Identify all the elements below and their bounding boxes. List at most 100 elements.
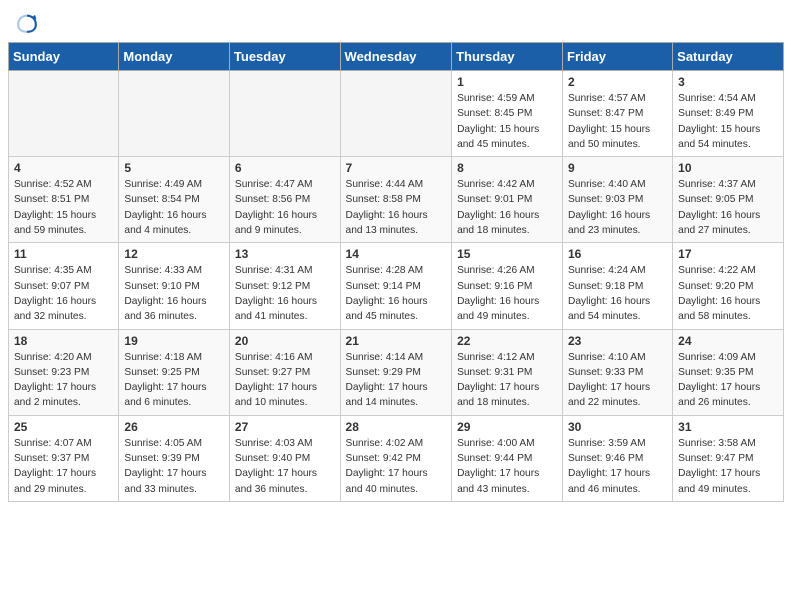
header-wednesday: Wednesday <box>340 43 452 71</box>
day-number: 9 <box>568 161 667 175</box>
header-friday: Friday <box>563 43 673 71</box>
page-header <box>0 0 792 42</box>
header-tuesday: Tuesday <box>229 43 340 71</box>
day-info: Sunrise: 4:54 AM Sunset: 8:49 PM Dayligh… <box>678 91 778 152</box>
day-number: 5 <box>124 161 224 175</box>
day-number: 31 <box>678 420 778 434</box>
calendar-header-row: Sunday Monday Tuesday Wednesday Thursday… <box>9 43 784 71</box>
day-number: 8 <box>457 161 557 175</box>
day-number: 18 <box>14 334 113 348</box>
day-info: Sunrise: 4:18 AM Sunset: 9:25 PM Dayligh… <box>124 350 224 411</box>
calendar-cell: 14 Sunrise: 4:28 AM Sunset: 9:14 PM Dayli… <box>340 243 452 329</box>
day-number: 10 <box>678 161 778 175</box>
calendar-cell: 1 Sunrise: 4:59 AM Sunset: 8:45 PM Daylig… <box>452 71 563 157</box>
day-number: 27 <box>235 420 335 434</box>
day-number: 26 <box>124 420 224 434</box>
calendar-cell: 13 Sunrise: 4:31 AM Sunset: 9:12 PM Dayli… <box>229 243 340 329</box>
calendar-cell: 21 Sunrise: 4:14 AM Sunset: 9:29 PM Dayli… <box>340 329 452 415</box>
day-number: 21 <box>346 334 447 348</box>
day-number: 7 <box>346 161 447 175</box>
day-info: Sunrise: 4:47 AM Sunset: 8:56 PM Dayligh… <box>235 177 335 238</box>
calendar-cell: 4 Sunrise: 4:52 AM Sunset: 8:51 PM Daylig… <box>9 157 119 243</box>
calendar-week-2: 4 Sunrise: 4:52 AM Sunset: 8:51 PM Daylig… <box>9 157 784 243</box>
day-info: Sunrise: 4:49 AM Sunset: 8:54 PM Dayligh… <box>124 177 224 238</box>
day-number: 24 <box>678 334 778 348</box>
day-info: Sunrise: 4:37 AM Sunset: 9:05 PM Dayligh… <box>678 177 778 238</box>
calendar-cell: 10 Sunrise: 4:37 AM Sunset: 9:05 PM Dayli… <box>673 157 784 243</box>
day-number: 1 <box>457 75 557 89</box>
day-number: 30 <box>568 420 667 434</box>
calendar-cell: 3Sunrise: 4:54 AM Sunset: 8:49 PM Daylig… <box>673 71 784 157</box>
calendar-cell: 7 Sunrise: 4:44 AM Sunset: 8:58 PM Daylig… <box>340 157 452 243</box>
calendar-cell: 11 Sunrise: 4:35 AM Sunset: 9:07 PM Dayli… <box>9 243 119 329</box>
day-info: Sunrise: 4:40 AM Sunset: 9:03 PM Dayligh… <box>568 177 667 238</box>
day-info: Sunrise: 4:05 AM Sunset: 9:39 PM Dayligh… <box>124 436 224 497</box>
day-info: Sunrise: 4:16 AM Sunset: 9:27 PM Dayligh… <box>235 350 335 411</box>
day-info: Sunrise: 4:22 AM Sunset: 9:20 PM Dayligh… <box>678 263 778 324</box>
day-info: Sunrise: 4:28 AM Sunset: 9:14 PM Dayligh… <box>346 263 447 324</box>
day-info: Sunrise: 4:20 AM Sunset: 9:23 PM Dayligh… <box>14 350 113 411</box>
day-info: Sunrise: 4:59 AM Sunset: 8:45 PM Dayligh… <box>457 91 557 152</box>
day-info: Sunrise: 4:14 AM Sunset: 9:29 PM Dayligh… <box>346 350 447 411</box>
calendar-cell <box>229 71 340 157</box>
calendar-table: Sunday Monday Tuesday Wednesday Thursday… <box>8 42 784 502</box>
day-number: 11 <box>14 247 113 261</box>
day-info: Sunrise: 4:44 AM Sunset: 8:58 PM Dayligh… <box>346 177 447 238</box>
day-number: 15 <box>457 247 557 261</box>
day-info: Sunrise: 4:33 AM Sunset: 9:10 PM Dayligh… <box>124 263 224 324</box>
calendar-cell: 19 Sunrise: 4:18 AM Sunset: 9:25 PM Dayli… <box>119 329 230 415</box>
day-number: 19 <box>124 334 224 348</box>
day-number: 23 <box>568 334 667 348</box>
calendar-cell: 29Sunrise: 4:00 AM Sunset: 9:44 PM Dayli… <box>452 415 563 501</box>
day-info: Sunrise: 4:42 AM Sunset: 9:01 PM Dayligh… <box>457 177 557 238</box>
header-sunday: Sunday <box>9 43 119 71</box>
logo <box>16 12 42 34</box>
calendar-cell: 31Sunrise: 3:58 AM Sunset: 9:47 PM Dayli… <box>673 415 784 501</box>
calendar-week-3: 11 Sunrise: 4:35 AM Sunset: 9:07 PM Dayli… <box>9 243 784 329</box>
day-number: 17 <box>678 247 778 261</box>
calendar-cell: 22 Sunrise: 4:12 AM Sunset: 9:31 PM Dayli… <box>452 329 563 415</box>
day-number: 2 <box>568 75 667 89</box>
day-info: Sunrise: 4:09 AM Sunset: 9:35 PM Dayligh… <box>678 350 778 411</box>
calendar-cell: 23 Sunrise: 4:10 AM Sunset: 9:33 PM Dayli… <box>563 329 673 415</box>
day-info: Sunrise: 4:00 AM Sunset: 9:44 PM Dayligh… <box>457 436 557 497</box>
calendar-cell: 9 Sunrise: 4:40 AM Sunset: 9:03 PM Daylig… <box>563 157 673 243</box>
day-number: 12 <box>124 247 224 261</box>
calendar-cell: 12 Sunrise: 4:33 AM Sunset: 9:10 PM Dayli… <box>119 243 230 329</box>
calendar-cell: 2 Sunrise: 4:57 AM Sunset: 8:47 PM Daylig… <box>563 71 673 157</box>
calendar-cell: 24 Sunrise: 4:09 AM Sunset: 9:35 PM Dayli… <box>673 329 784 415</box>
calendar-cell <box>9 71 119 157</box>
calendar-cell: 15 Sunrise: 4:26 AM Sunset: 9:16 PM Dayli… <box>452 243 563 329</box>
day-info: Sunrise: 4:52 AM Sunset: 8:51 PM Dayligh… <box>14 177 113 238</box>
day-number: 4 <box>14 161 113 175</box>
header-saturday: Saturday <box>673 43 784 71</box>
day-info: Sunrise: 4:57 AM Sunset: 8:47 PM Dayligh… <box>568 91 667 152</box>
calendar-cell: 28Sunrise: 4:02 AM Sunset: 9:42 PM Dayli… <box>340 415 452 501</box>
day-number: 14 <box>346 247 447 261</box>
day-info: Sunrise: 4:12 AM Sunset: 9:31 PM Dayligh… <box>457 350 557 411</box>
day-info: Sunrise: 3:59 AM Sunset: 9:46 PM Dayligh… <box>568 436 667 497</box>
calendar-cell: 5 Sunrise: 4:49 AM Sunset: 8:54 PM Daylig… <box>119 157 230 243</box>
header-thursday: Thursday <box>452 43 563 71</box>
calendar-cell: 20Sunrise: 4:16 AM Sunset: 9:27 PM Dayli… <box>229 329 340 415</box>
calendar-wrapper: Sunday Monday Tuesday Wednesday Thursday… <box>0 42 792 510</box>
calendar-cell: 8 Sunrise: 4:42 AM Sunset: 9:01 PM Daylig… <box>452 157 563 243</box>
day-info: Sunrise: 4:10 AM Sunset: 9:33 PM Dayligh… <box>568 350 667 411</box>
calendar-cell: 16Sunrise: 4:24 AM Sunset: 9:18 PM Dayli… <box>563 243 673 329</box>
calendar-week-1: 1 Sunrise: 4:59 AM Sunset: 8:45 PM Daylig… <box>9 71 784 157</box>
calendar-cell: 30 Sunrise: 3:59 AM Sunset: 9:46 PM Dayli… <box>563 415 673 501</box>
day-number: 16 <box>568 247 667 261</box>
day-info: Sunrise: 4:03 AM Sunset: 9:40 PM Dayligh… <box>235 436 335 497</box>
day-info: Sunrise: 4:07 AM Sunset: 9:37 PM Dayligh… <box>14 436 113 497</box>
calendar-cell <box>340 71 452 157</box>
calendar-cell: 25Sunrise: 4:07 AM Sunset: 9:37 PM Dayli… <box>9 415 119 501</box>
day-info: Sunrise: 4:31 AM Sunset: 9:12 PM Dayligh… <box>235 263 335 324</box>
day-info: Sunrise: 4:02 AM Sunset: 9:42 PM Dayligh… <box>346 436 447 497</box>
day-info: Sunrise: 4:35 AM Sunset: 9:07 PM Dayligh… <box>14 263 113 324</box>
calendar-cell: 26 Sunrise: 4:05 AM Sunset: 9:39 PM Dayli… <box>119 415 230 501</box>
calendar-cell: 27 Sunrise: 4:03 AM Sunset: 9:40 PM Dayli… <box>229 415 340 501</box>
day-info: Sunrise: 4:26 AM Sunset: 9:16 PM Dayligh… <box>457 263 557 324</box>
day-number: 13 <box>235 247 335 261</box>
day-number: 22 <box>457 334 557 348</box>
calendar-cell: 17 Sunrise: 4:22 AM Sunset: 9:20 PM Dayli… <box>673 243 784 329</box>
